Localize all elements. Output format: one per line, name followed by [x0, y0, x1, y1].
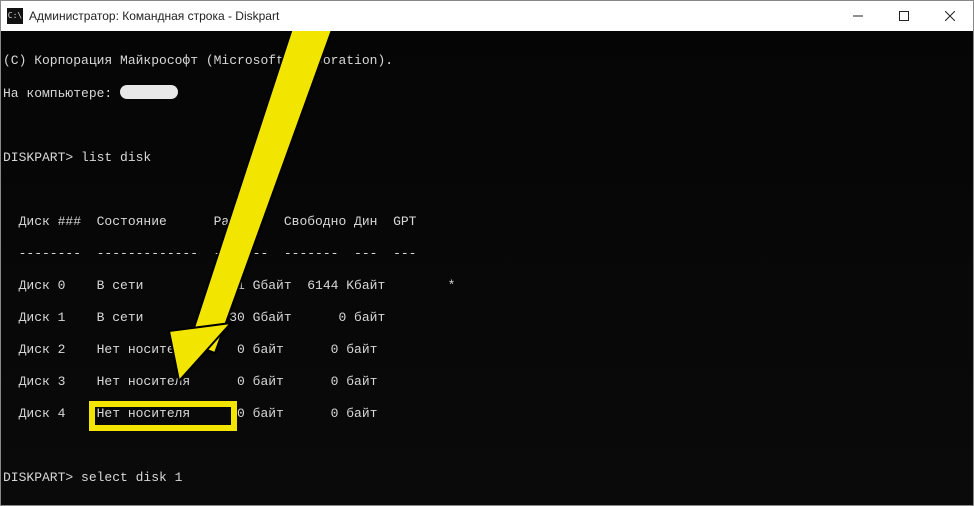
- table-row: Диск 4 Нет носителя 0 байт 0 байт: [3, 406, 973, 422]
- window: C:\ Администратор: Командная строка - Di…: [0, 0, 974, 506]
- console-line: [3, 118, 973, 134]
- annotation-arrow-icon: [1, 31, 973, 505]
- maximize-icon: [899, 11, 909, 21]
- minimize-button[interactable]: [835, 1, 881, 31]
- minimize-icon: [853, 11, 863, 21]
- console-prompt: DISKPART> list disk: [3, 150, 973, 166]
- table-row: Диск 0 В сети 931 Gбайт 6144 Kбайт *: [3, 278, 973, 294]
- cmd-icon-text: C:\: [8, 12, 22, 20]
- table-header: Диск ### Состояние Размер Свободно Дин G…: [3, 214, 973, 230]
- console-line: [3, 182, 973, 198]
- window-title: Администратор: Командная строка - Diskpa…: [29, 9, 279, 23]
- table-row: Диск 1 В сети 30 Gбайт 0 байт: [3, 310, 973, 326]
- cmd-icon: C:\: [7, 8, 23, 24]
- computer-label: На компьютере:: [3, 86, 120, 101]
- window-controls: [835, 1, 973, 31]
- close-button[interactable]: [927, 1, 973, 31]
- console-line: [3, 438, 973, 454]
- maximize-button[interactable]: [881, 1, 927, 31]
- table-row: Диск 2 Нет носителя 0 байт 0 байт: [3, 342, 973, 358]
- console-line: На компьютере:: [3, 85, 973, 102]
- console-line: [3, 502, 973, 505]
- redacted-hostname: [120, 85, 178, 99]
- console-line: (C) Корпорация Майкрософт (Microsoft Cor…: [3, 53, 973, 69]
- console-prompt: DISKPART> select disk 1: [3, 470, 973, 486]
- close-icon: [945, 11, 955, 21]
- table-row: Диск 3 Нет носителя 0 байт 0 байт: [3, 374, 973, 390]
- titlebar: C:\ Администратор: Командная строка - Di…: [1, 1, 973, 31]
- console-area[interactable]: (C) Корпорация Майкрософт (Microsoft Cor…: [1, 31, 973, 505]
- table-divider: -------- ------------- ------- ------- -…: [3, 246, 973, 262]
